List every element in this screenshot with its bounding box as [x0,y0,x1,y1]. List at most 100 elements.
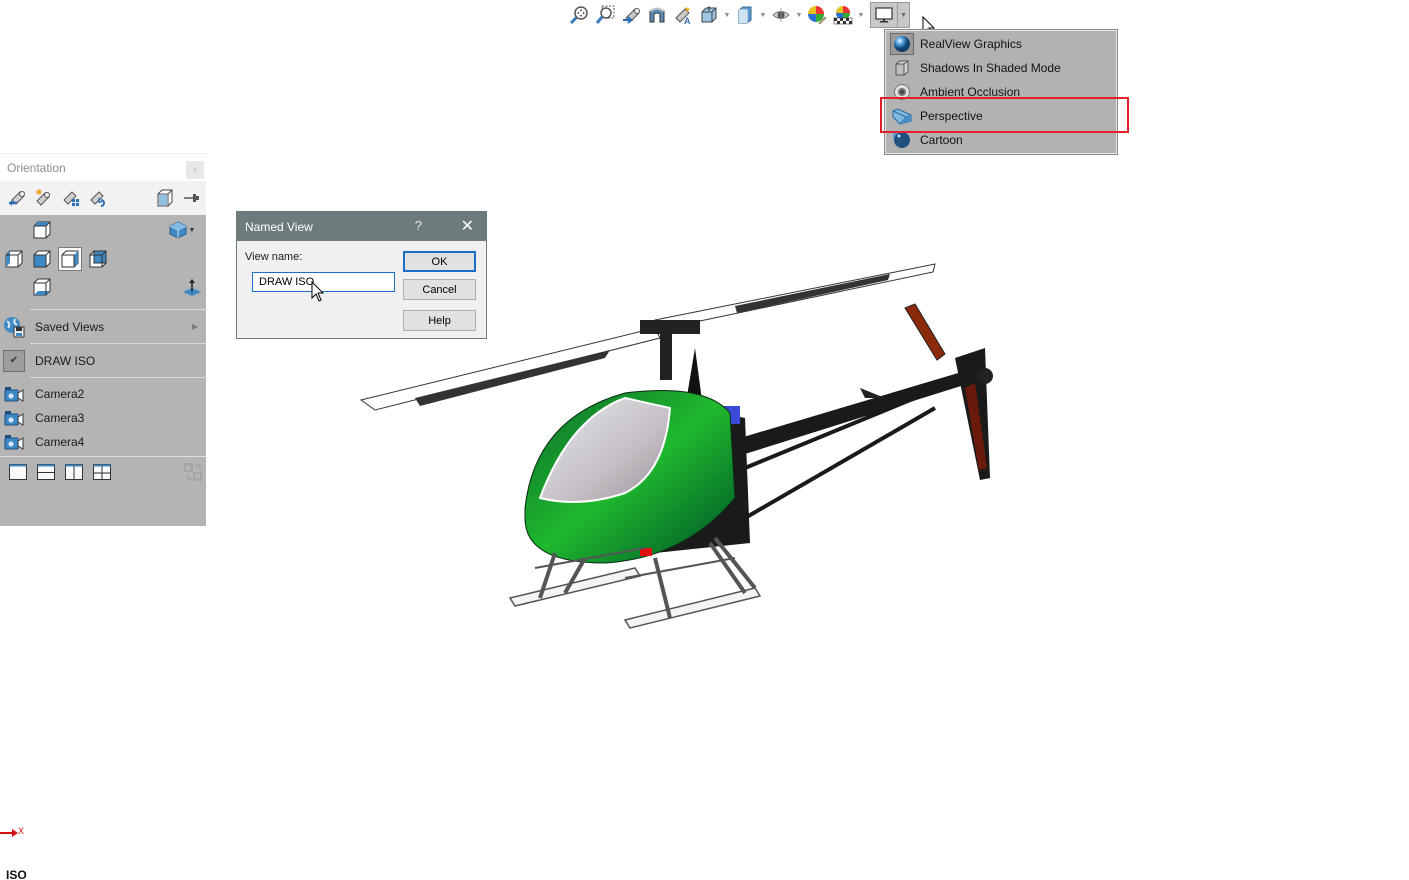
camera-item[interactable]: Camera3 [0,406,206,430]
helicopter-3d-model[interactable] [355,258,1005,638]
update-standard-views-icon [62,191,79,206]
view-selector-icon [157,189,172,207]
display-style-dropdown[interactable]: ▼ [758,3,768,27]
single-view-icon [9,464,27,480]
dynamic-annotation-views-button[interactable]: A [670,3,696,27]
display-style-button[interactable] [732,3,758,27]
zoom-to-area-icon [595,5,615,24]
camera-label: Camera2 [35,387,85,401]
view-selector-button[interactable] [151,185,178,211]
cube-top-icon [33,221,51,239]
svg-text:A: A [684,16,691,25]
heads-up-view-toolbar: A ▼ ▼ ▼ ▼ ▼ [566,2,910,28]
edit-appearance-icon [808,6,827,25]
apply-scene-button[interactable] [830,3,856,27]
link-views-button[interactable] [184,463,202,484]
camera-icon [0,434,28,450]
previous-view-icon [623,8,640,24]
pin-button[interactable] [178,185,205,211]
pin-icon [183,194,199,202]
close-icon[interactable]: x [186,161,204,179]
named-view-label: DRAW ISO [35,353,96,368]
saved-views-icon [0,314,28,340]
section-view-button[interactable] [644,3,670,27]
chevron-down-icon: ▼ [795,11,803,19]
chevron-right-icon: ▶ [191,322,198,331]
orientation-panel: Orientation x ▼ Saved Views ▶ ✔ DRAW ISO… [0,153,206,526]
camera-icon [0,410,28,426]
checkmark-icon[interactable]: ✔ [3,349,25,372]
saved-views-row[interactable]: Saved Views ▶ [0,310,206,343]
viewport-layouts [0,457,206,487]
new-view-button[interactable] [30,185,57,211]
zoom-to-fit-button[interactable] [566,3,592,27]
orientation-panel-header: Orientation x [0,153,206,181]
menu-item-shadows-in-shaded-mode[interactable]: Shadows In Shaded Mode [886,56,1116,80]
new-view-icon [35,189,50,206]
cube-left-icon [5,250,23,268]
realview-graphics-icon [890,33,914,55]
cube-front-icon [33,250,51,268]
menu-item-perspective[interactable]: Perspective [886,104,1116,128]
main-rotor [359,263,936,411]
single-view-button[interactable] [4,461,32,483]
camera-label: Camera4 [35,435,85,449]
camera-item[interactable]: Camera4 [0,430,206,454]
view-top-button[interactable] [31,219,53,241]
view-left-button[interactable] [3,248,25,270]
zoom-to-area-button[interactable] [592,3,618,27]
view-name-label: View name: [245,251,303,263]
cartoon-icon [890,129,914,151]
close-icon[interactable]: ✕ [461,216,474,236]
view-orientation-button[interactable] [696,3,722,27]
cube-back-icon [89,250,107,268]
cube-bottom-icon [33,278,51,296]
menu-item-realview-graphics[interactable]: RealView Graphics [886,32,1116,56]
reset-standard-views-button[interactable] [84,185,111,211]
zoom-to-fit-icon [569,6,588,25]
view-orientation-dropdown[interactable]: ▼ [167,219,197,241]
camera-item[interactable]: Camera2 [0,382,206,406]
normal-to-icon [183,279,201,296]
named-view-item[interactable]: ✔ DRAW ISO [0,344,206,377]
update-standard-views-button[interactable] [57,185,84,211]
menu-item-ambient-occlusion[interactable]: Ambient Occlusion [886,80,1116,104]
hide-show-items-dropdown[interactable]: ▼ [794,3,804,27]
dialog-title: Named View [245,219,313,234]
x-axis-arrow-icon [0,829,18,837]
menu-item-label: RealView Graphics [920,37,1022,51]
dialog-title-bar: Named View ? ✕ [237,212,486,241]
normal-to-button[interactable] [181,276,203,298]
previous-view-button[interactable] [3,185,30,211]
isometric-cube-icon [169,221,187,239]
section-view-icon [649,7,665,23]
help-icon[interactable]: ? [415,218,422,233]
view-front-button[interactable] [31,248,53,270]
perspective-icon [890,105,914,127]
view-orientation-dropdown[interactable]: ▼ [722,3,732,27]
two-view-vertical-icon [65,464,83,480]
monitor-icon [875,7,893,23]
view-right-button[interactable] [58,247,82,271]
view-bottom-button[interactable] [31,276,53,298]
view-settings-dropdown[interactable]: ▼ [898,2,910,28]
tail-boom [740,368,980,520]
menu-item-label: Cartoon [920,133,963,147]
menu-item-label: Perspective [920,109,983,123]
menu-item-cartoon[interactable]: Cartoon [886,128,1116,152]
camera-icon [0,386,28,402]
view-back-button[interactable] [87,248,109,270]
two-view-horizontal-button[interactable] [32,461,60,483]
two-view-vertical-button[interactable] [60,461,88,483]
edit-appearance-button[interactable] [804,3,830,27]
hide-show-items-icon [772,8,790,22]
apply-scene-icon [833,6,853,25]
four-view-button[interactable] [88,461,116,483]
ambient-occlusion-icon [890,81,914,103]
view-settings-button[interactable] [870,2,898,28]
apply-scene-dropdown[interactable]: ▼ [856,3,866,27]
hide-show-items-button[interactable] [768,3,794,27]
four-view-icon [93,464,111,480]
chevron-down-icon: ▼ [188,226,196,234]
previous-view-button[interactable] [618,3,644,27]
